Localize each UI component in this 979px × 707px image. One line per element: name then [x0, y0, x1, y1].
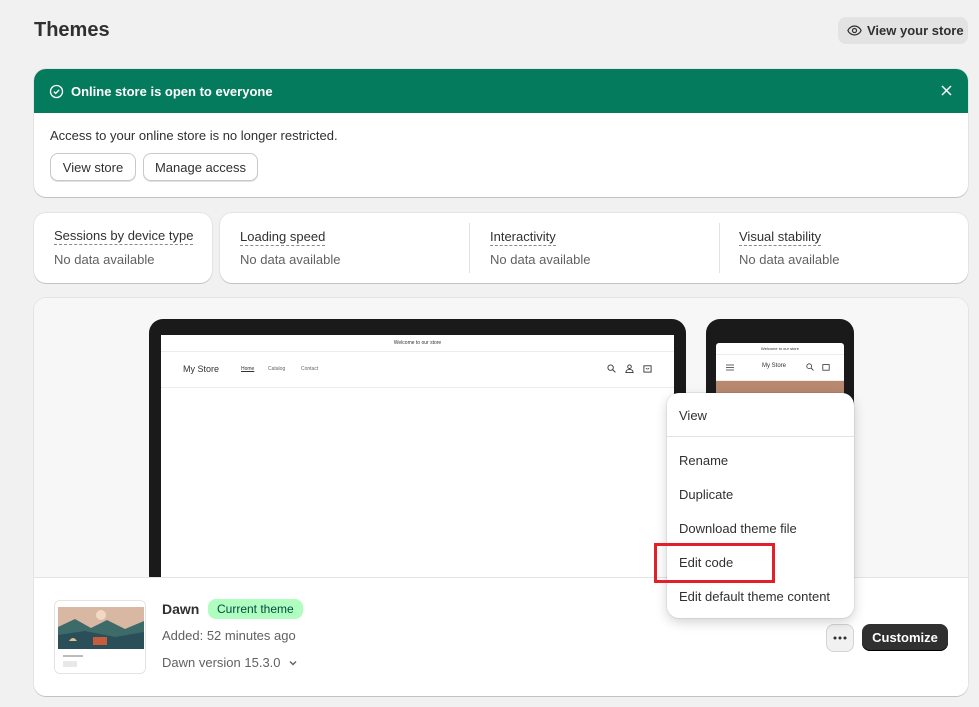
search-icon: [806, 363, 814, 371]
mobile-announcement-bar: Welcome to our store: [716, 343, 844, 355]
visual-stability-value: No data available: [739, 252, 840, 267]
cart-icon: [822, 364, 830, 371]
banner-title: Online store is open to everyone: [71, 83, 273, 99]
more-horizontal-icon: [833, 636, 847, 640]
divider: [719, 223, 720, 273]
page-title: Themes: [34, 19, 110, 41]
store-open-banner: Online store is open to everyone Access …: [34, 69, 968, 197]
banner-message: Access to your online store is no longer…: [50, 128, 338, 143]
hamburger-icon: [726, 364, 734, 371]
loading-speed-label[interactable]: Loading speed: [240, 229, 326, 246]
sessions-value: No data available: [54, 252, 155, 267]
mobile-store-logo: My Store: [762, 363, 787, 369]
close-icon[interactable]: [939, 83, 954, 98]
current-theme-badge: Current theme: [208, 599, 303, 619]
nav-contact: Contact: [301, 366, 319, 372]
desktop-preview-screen: Welcome to our store My Store Home Catal…: [161, 335, 674, 577]
nav-catalog: Catalog: [268, 366, 286, 372]
desktop-preview: Welcome to our store My Store Home Catal…: [149, 319, 686, 577]
theme-added-time: Added: 52 minutes ago: [162, 628, 296, 643]
divider: [469, 223, 470, 273]
visual-stability-label[interactable]: Visual stability: [739, 229, 822, 246]
theme-version-label: Dawn version 15.3.0: [162, 655, 281, 670]
customize-button[interactable]: Customize: [862, 624, 948, 651]
edit-code-highlight: [654, 543, 775, 583]
check-circle-icon: [49, 84, 64, 98]
eye-icon: [847, 25, 862, 36]
view-your-store-label: View your store: [867, 23, 964, 38]
view-store-button[interactable]: View store: [50, 153, 136, 181]
banner-header: Online store is open to everyone: [34, 69, 968, 113]
announcement-bar: Welcome to our store: [161, 335, 674, 352]
sessions-label[interactable]: Sessions by device type: [54, 228, 194, 245]
store-header: My Store Home Catalog Contact: [161, 352, 674, 388]
theme-version-toggle[interactable]: Dawn version 15.3.0: [162, 655, 298, 670]
menu-item-view[interactable]: View: [679, 408, 707, 423]
menu-item-edit-default-theme-content[interactable]: Edit default theme content: [679, 589, 830, 604]
interactivity-value: No data available: [490, 252, 591, 267]
more-actions-button[interactable]: [826, 624, 854, 652]
manage-access-button[interactable]: Manage access: [143, 153, 258, 181]
view-your-store-button[interactable]: View your store: [838, 17, 968, 44]
theme-thumbnail: [54, 600, 146, 674]
mobile-store-header: My Store: [716, 355, 844, 381]
account-icon: [625, 364, 634, 373]
theme-thumbnail-image: [55, 601, 145, 673]
chevron-down-icon: [289, 660, 297, 665]
interactivity-label[interactable]: Interactivity: [490, 229, 556, 246]
nav-home: Home: [241, 366, 255, 372]
sessions-card: Sessions by device type No data availabl…: [34, 213, 212, 283]
theme-name: Dawn: [162, 601, 200, 617]
theme-actions-menu: View Rename Duplicate Download theme fil…: [667, 393, 854, 618]
menu-item-duplicate[interactable]: Duplicate: [679, 487, 733, 502]
web-performance-card: Loading speed No data available Interact…: [220, 213, 968, 283]
menu-item-rename[interactable]: Rename: [679, 453, 728, 468]
menu-item-download-theme-file[interactable]: Download theme file: [679, 521, 797, 536]
loading-speed-value: No data available: [240, 252, 341, 267]
search-icon: [607, 364, 616, 373]
store-logo: My Store: [183, 364, 220, 374]
menu-divider: [667, 436, 854, 437]
cart-icon: [643, 365, 652, 373]
